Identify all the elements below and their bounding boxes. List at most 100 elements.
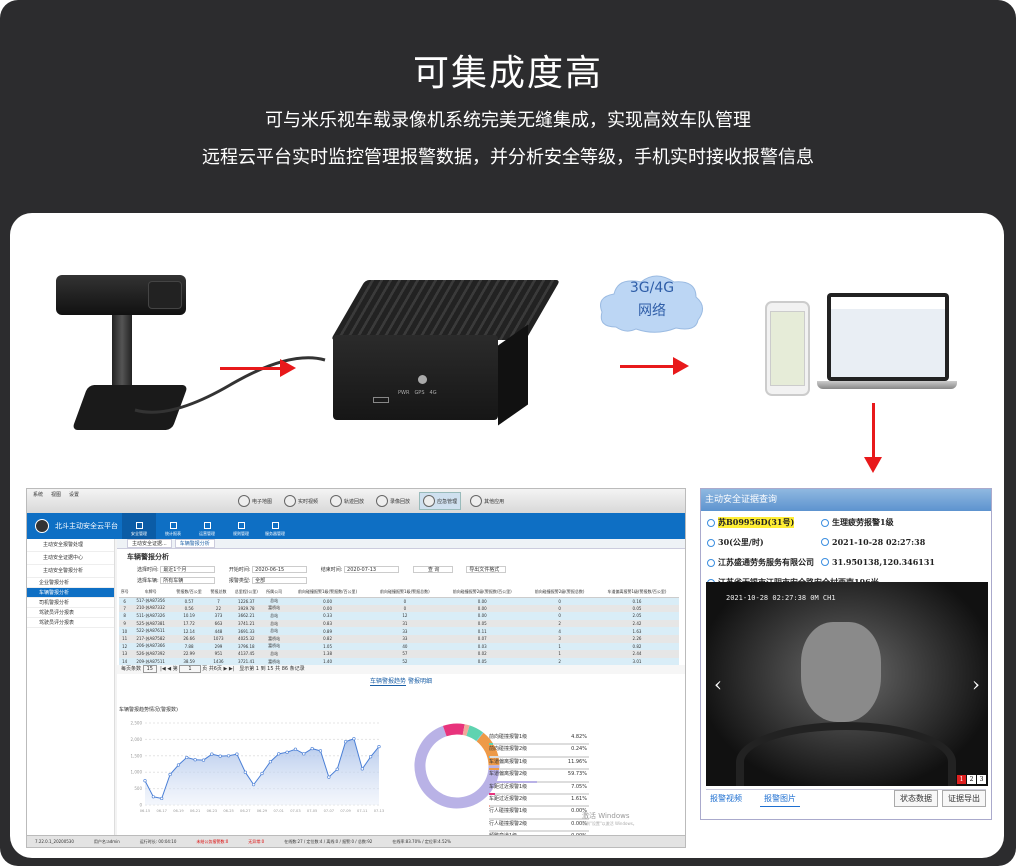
nav-rules[interactable]: 规则管理: [224, 513, 258, 539]
tool-live-video[interactable]: 实时视频: [281, 492, 321, 510]
donut-slice[interactable]: [462, 724, 470, 736]
page-3[interactable]: 3: [977, 775, 986, 784]
table-row[interactable]: 8 511-苏A87326 10.19 373 3662.21 总站 0.33 12 0.00 0…: [119, 612, 679, 620]
status-data-button[interactable]: 状态数据: [894, 790, 938, 807]
page-1[interactable]: 1: [957, 775, 966, 784]
tool-record-playback[interactable]: 录像回放: [373, 492, 413, 510]
data-point[interactable]: [226, 754, 231, 758]
donut-slice[interactable]: [466, 725, 483, 742]
tab-detail[interactable]: 警报明细: [408, 678, 432, 685]
table-row[interactable]: 10 522-苏A87611 12.14 448 3691.33 总站 0.89 33 0.11…: [119, 627, 679, 635]
prev-image-button[interactable]: ‹: [714, 672, 722, 696]
data-point[interactable]: [369, 755, 373, 759]
export-button[interactable]: 导出文件格式: [466, 566, 507, 573]
sidebar-subitem[interactable]: 企业警报分析: [27, 578, 114, 588]
data-point[interactable]: [335, 767, 339, 771]
time-select[interactable]: 最近1个月: [160, 566, 216, 573]
tool-track-playback[interactable]: 轨迹回放: [327, 492, 367, 510]
per-page-select[interactable]: 15: [142, 665, 157, 674]
donut-slice[interactable]: [442, 723, 465, 737]
data-point[interactable]: [160, 796, 164, 801]
tab-evidence[interactable]: 主动安全证据...: [127, 539, 172, 548]
data-point[interactable]: [201, 758, 206, 762]
table-row[interactable]: 14 209-苏A87511 38.59 1436 3721.41 富桥站 1.40 52 0.…: [119, 657, 679, 666]
sidebar-item[interactable]: 主动安全报警处理: [27, 539, 114, 552]
data-point[interactable]: [302, 752, 306, 756]
vehicle-input[interactable]: 所有车辆: [160, 577, 216, 584]
data-point[interactable]: [377, 745, 381, 749]
nav-safety[interactable]: 安全管理: [122, 513, 156, 539]
sidebar-subitem[interactable]: 驾驶员评分报表: [27, 608, 114, 618]
sidebar-item[interactable]: 主动安全警报分析: [27, 565, 114, 578]
data-point[interactable]: [210, 752, 214, 756]
page-input[interactable]: 1: [179, 665, 201, 674]
data-point[interactable]: [151, 795, 155, 799]
column-header[interactable]: 前向碰撞报警1级(警报数/百公里): [285, 587, 370, 598]
column-header[interactable]: 所属公司: [262, 587, 286, 598]
tab-alarm-video[interactable]: 报警视频: [706, 791, 746, 806]
menu-view[interactable]: 视图: [51, 491, 61, 498]
data-point[interactable]: [343, 740, 348, 744]
table-row[interactable]: 7 210-苏A87332 0.56 22 3929.78 富桥站 0.00 0 0.00 0 0.…: [119, 604, 679, 613]
next-image-button[interactable]: ›: [972, 672, 980, 696]
nav-operations[interactable]: 运营管理: [190, 513, 224, 539]
data-point[interactable]: [285, 750, 289, 754]
data-point[interactable]: [185, 755, 189, 760]
data-point[interactable]: [352, 737, 356, 741]
tool-map[interactable]: 电子地图: [235, 492, 275, 510]
data-point[interactable]: [268, 760, 272, 764]
column-header[interactable]: 车道偏离报警1级(警报数/百公里): [594, 587, 679, 598]
menu-system[interactable]: 系统: [33, 491, 43, 498]
data-point[interactable]: [176, 763, 181, 767]
data-point[interactable]: [260, 771, 264, 776]
query-button[interactable]: 查 询: [412, 566, 453, 573]
data-point[interactable]: [243, 770, 247, 774]
sidebar-subitem-selected[interactable]: 车辆警报分析: [27, 588, 114, 598]
data-point[interactable]: [143, 779, 147, 783]
sidebar-subitem[interactable]: 驾驶员评分报表: [27, 618, 114, 628]
sidebar-subitem[interactable]: 司机警报分析: [27, 598, 114, 608]
column-header[interactable]: 警报总数: [207, 587, 230, 598]
column-header[interactable]: 警报数/百公里: [171, 587, 208, 598]
column-header[interactable]: 前向碰撞报警2级(警报总数): [524, 587, 595, 598]
trend-area-chart: 车辆警报趋势情况(警报数) 0 500 1,000 1,500 2,000 2,500 06-…: [119, 706, 384, 813]
legend-item: 行人碰撞报警1级 0.00%: [489, 807, 589, 820]
table-cell: 12: [369, 612, 441, 620]
nav-server[interactable]: 服务器管理: [258, 513, 292, 539]
column-header[interactable]: 总里程(公里): [229, 587, 263, 598]
data-point[interactable]: [235, 752, 239, 756]
table-row[interactable]: 6 517-苏A87356 0.57 7 1226.37 总站 0.00 0 0.00 0 0.16: [119, 597, 679, 605]
start-date-input[interactable]: 2020-06-15: [252, 566, 308, 573]
nav-reports[interactable]: 统计报表: [156, 513, 190, 539]
table-row[interactable]: 12 206-苏A87366 7.88 299 3796.18 富桥站 1.05 40 0.03…: [119, 642, 679, 651]
tab-alarm-image[interactable]: 报警图片: [760, 791, 800, 807]
table-row[interactable]: 9 525-苏A87381 17.72 663 3741.21 总站 0.83 31 0.05 2…: [119, 619, 679, 628]
data-point[interactable]: [193, 758, 197, 762]
sidebar-item[interactable]: 主动安全证据中心: [27, 552, 114, 565]
table-row[interactable]: 11 217-苏A87582 26.66 1073 4025.32 富桥站 0.82 33 0.…: [119, 634, 679, 643]
data-point[interactable]: [360, 767, 364, 771]
data-point[interactable]: [318, 749, 323, 753]
evidence-export-button[interactable]: 证据导出: [942, 790, 986, 807]
type-select[interactable]: 全部: [252, 577, 308, 584]
table-row[interactable]: 13 526-苏A87392 22.99 951 4137.45 总站 1.38 57 0.02…: [119, 650, 679, 658]
tab-vehicle-analysis[interactable]: 车辆警报分析: [174, 539, 215, 548]
tool-emergency[interactable]: 应急管理: [419, 492, 462, 510]
menu-settings[interactable]: 设置: [69, 491, 79, 498]
column-header[interactable]: 序号: [119, 587, 131, 598]
tab-trend[interactable]: 车辆警报趋势: [370, 678, 407, 687]
data-point[interactable]: [277, 752, 281, 756]
tool-other[interactable]: 其他应用: [467, 492, 507, 510]
end-date-input[interactable]: 2020-07-13: [344, 566, 400, 573]
data-point[interactable]: [218, 754, 222, 758]
column-header[interactable]: 前向碰撞报警2级(警报数/百公里): [440, 587, 525, 598]
data-point[interactable]: [168, 772, 172, 777]
column-header[interactable]: 前向碰撞报警1级(警报总数): [369, 587, 441, 598]
data-point[interactable]: [293, 747, 298, 751]
data-point[interactable]: [310, 746, 314, 751]
page-2[interactable]: 2: [967, 775, 976, 784]
data-point[interactable]: [252, 783, 256, 787]
legend-label: 车道偏离报警1级: [489, 758, 528, 765]
data-point[interactable]: [327, 775, 331, 779]
column-header[interactable]: 车牌号: [130, 587, 171, 598]
